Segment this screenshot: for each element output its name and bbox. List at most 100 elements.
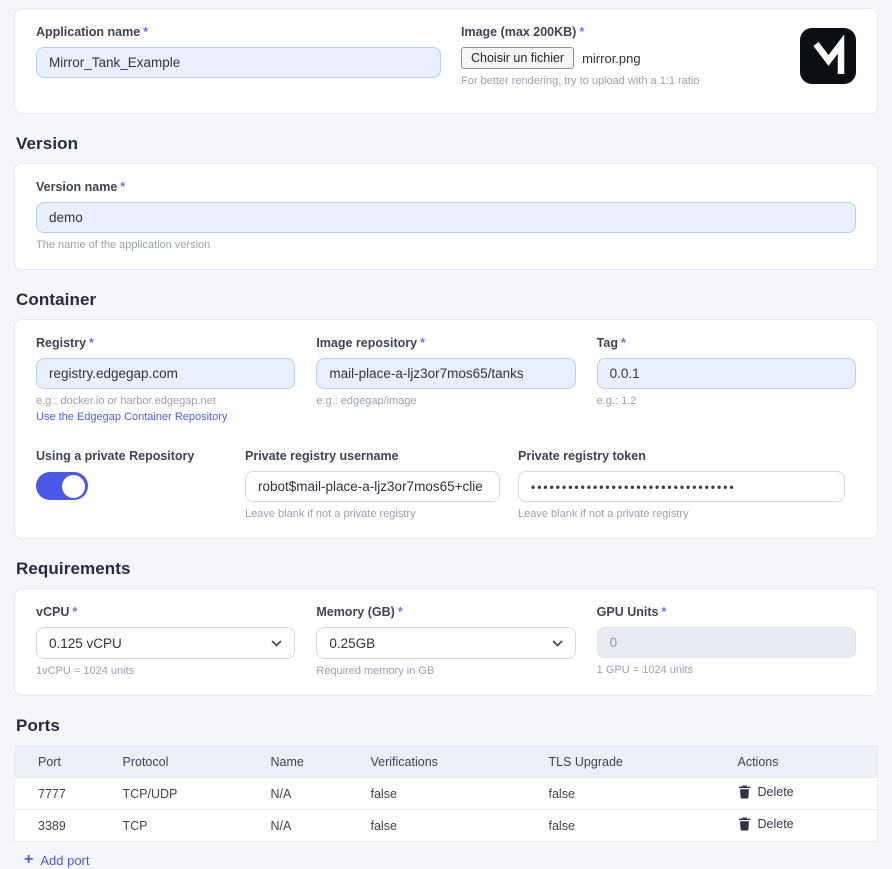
image-upload-label-text: Image (max 200KB) xyxy=(461,25,576,39)
image-upload-field-group: Image (max 200KB)* Choisir un fichier mi… xyxy=(461,25,780,87)
protocol-cell: TCP xyxy=(100,810,248,842)
tag-hint: e.g.: 1.2 xyxy=(597,395,856,407)
application-form-page: Application name* Mirror_Tank_Example Im… xyxy=(0,0,892,869)
required-asterisk: * xyxy=(661,605,666,619)
image-repository-hint: e.g.: edgegap/image xyxy=(316,395,575,407)
registry-label-text: Registry xyxy=(36,336,86,350)
add-port-button-label: Add port xyxy=(40,853,89,868)
registry-input[interactable]: registry.edgegap.com xyxy=(36,358,295,389)
version-section-heading: Version xyxy=(16,134,878,154)
image-repository-label-text: Image repository xyxy=(316,336,417,350)
private-repository-toggle[interactable] xyxy=(36,472,88,500)
trash-icon xyxy=(738,817,751,831)
requirements-section-heading: Requirements xyxy=(16,559,878,579)
toggle-knob xyxy=(62,475,85,498)
tag-field-group: Tag* 0.0.1 e.g.: 1.2 xyxy=(597,336,856,425)
container-card: Registry * registry.edgegap.com e.g.: doc… xyxy=(14,319,878,539)
vcpu-label-text: vCPU xyxy=(36,605,69,619)
gpu-label: GPU Units* xyxy=(597,605,856,619)
private-registry-row: Using a private Repository Private regis… xyxy=(36,449,856,520)
memory-select[interactable]: 0.25GB xyxy=(316,627,575,659)
ports-table-header-row: Port Protocol Name Verifications TLS Upg… xyxy=(15,746,878,778)
selected-filename: mirror.png xyxy=(582,51,641,66)
gpu-label-text: GPU Units xyxy=(597,605,659,619)
port-cell: 7777 xyxy=(15,778,100,810)
vcpu-selected-value: 0.125 vCPU xyxy=(49,636,122,651)
image-repository-input[interactable]: mail-place-a-ljz3or7mos65/tanks xyxy=(316,358,575,389)
memory-selected-value: 0.25GB xyxy=(329,636,375,651)
private-repository-toggle-group: Using a private Repository xyxy=(36,449,245,520)
version-name-label-text: Version name xyxy=(36,180,117,194)
mirror-logo-icon xyxy=(800,28,856,84)
delete-button-label: Delete xyxy=(758,785,794,799)
required-asterisk: * xyxy=(72,605,77,619)
actions-cell: Delete xyxy=(715,778,878,810)
required-asterisk: * xyxy=(143,25,148,39)
trash-icon xyxy=(738,785,751,799)
gpu-field-group: GPU Units* 0 1 GPU = 1024 units xyxy=(597,605,856,677)
gpu-hint: 1 GPU = 1024 units xyxy=(597,664,856,676)
required-asterisk: * xyxy=(398,605,403,619)
column-header-verifications: Verifications xyxy=(348,746,526,778)
application-logo-image xyxy=(800,28,856,84)
column-header-name: Name xyxy=(248,746,348,778)
private-token-label: Private registry token xyxy=(518,449,845,463)
memory-field-group: Memory (GB) * 0.25GB Required memory in G… xyxy=(316,605,575,677)
requirements-row: vCPU* 0.125 vCPU 1vCPU = 1024 units Memo… xyxy=(36,605,856,677)
ports-table: Port Protocol Name Verifications TLS Upg… xyxy=(14,745,878,842)
port-cell: 3389 xyxy=(15,810,100,842)
registry-hint: e.g.: docker.io or harbor.edgegap.net xyxy=(36,395,295,407)
gpu-units-input: 0 xyxy=(597,627,856,658)
chevron-down-icon xyxy=(271,640,282,647)
chevron-down-icon xyxy=(552,640,563,647)
private-username-input[interactable]: robot$mail-place-a-ljz3or7mos65+clie xyxy=(245,471,500,502)
column-header-actions: Actions xyxy=(715,746,878,778)
port-row: 3389 TCP N/A false false Delete xyxy=(15,810,878,842)
container-registry-row: Registry * registry.edgegap.com e.g.: doc… xyxy=(36,336,856,425)
version-card: Version name* demo The name of the appli… xyxy=(14,163,878,270)
tls-upgrade-cell: false xyxy=(526,778,715,810)
application-card: Application name* Mirror_Tank_Example Im… xyxy=(14,8,878,114)
name-cell: N/A xyxy=(248,778,348,810)
private-username-field-group: Private registry username robot$mail-pla… xyxy=(245,449,500,520)
private-username-hint: Leave blank if not a private registry xyxy=(245,508,500,520)
delete-port-button[interactable]: Delete xyxy=(738,817,794,831)
delete-port-button[interactable]: Delete xyxy=(738,785,794,799)
tag-label-text: Tag xyxy=(597,336,618,350)
vcpu-field-group: vCPU* 0.125 vCPU 1vCPU = 1024 units xyxy=(36,605,295,677)
registry-field-group: Registry* registry.edgegap.com e.g.: doc… xyxy=(36,336,295,425)
private-token-hint: Leave blank if not a private registry xyxy=(518,508,845,520)
application-name-label-text: Application name xyxy=(36,25,140,39)
private-token-input[interactable]: ••••••••••••••••••••••••••••••••• xyxy=(518,471,845,502)
required-asterisk: * xyxy=(420,336,425,350)
application-name-label: Application name* xyxy=(36,25,441,39)
image-upload-hint: For better rendering, try to upload with… xyxy=(461,75,780,87)
memory-hint: Required memory in GB xyxy=(316,665,575,677)
image-repository-label: Image repository* xyxy=(316,336,575,350)
column-header-protocol: Protocol xyxy=(100,746,248,778)
private-token-field-group: Private registry token •••••••••••••••••… xyxy=(518,449,845,520)
application-name-field-group: Application name* Mirror_Tank_Example xyxy=(36,25,441,87)
tag-input[interactable]: 0.0.1 xyxy=(597,358,856,389)
ports-section-heading: Ports xyxy=(16,716,878,736)
private-repository-toggle-label: Using a private Repository xyxy=(36,449,245,463)
add-port-button[interactable]: + Add port xyxy=(24,852,90,868)
verifications-cell: false xyxy=(348,810,526,842)
memory-label-text: Memory (GB) xyxy=(316,605,394,619)
requirements-card: vCPU* 0.125 vCPU 1vCPU = 1024 units Memo… xyxy=(14,588,878,696)
required-asterisk: * xyxy=(579,25,584,39)
version-name-hint: The name of the application version xyxy=(36,239,856,251)
edgegap-repository-link[interactable]: Use the Edgegap Container Repository xyxy=(36,411,227,423)
vcpu-label: vCPU* xyxy=(36,605,295,619)
private-username-label: Private registry username xyxy=(245,449,500,463)
version-name-label: Version name* xyxy=(36,180,856,194)
verifications-cell: false xyxy=(348,778,526,810)
protocol-cell: TCP/UDP xyxy=(100,778,248,810)
plus-icon: + xyxy=(24,852,33,868)
vcpu-hint: 1vCPU = 1024 units xyxy=(36,665,295,677)
choose-file-button[interactable]: Choisir un fichier xyxy=(461,47,574,69)
vcpu-select[interactable]: 0.125 vCPU xyxy=(36,627,295,659)
application-name-input[interactable]: Mirror_Tank_Example xyxy=(36,47,441,78)
tag-label: Tag* xyxy=(597,336,856,350)
version-name-input[interactable]: demo xyxy=(36,202,856,233)
